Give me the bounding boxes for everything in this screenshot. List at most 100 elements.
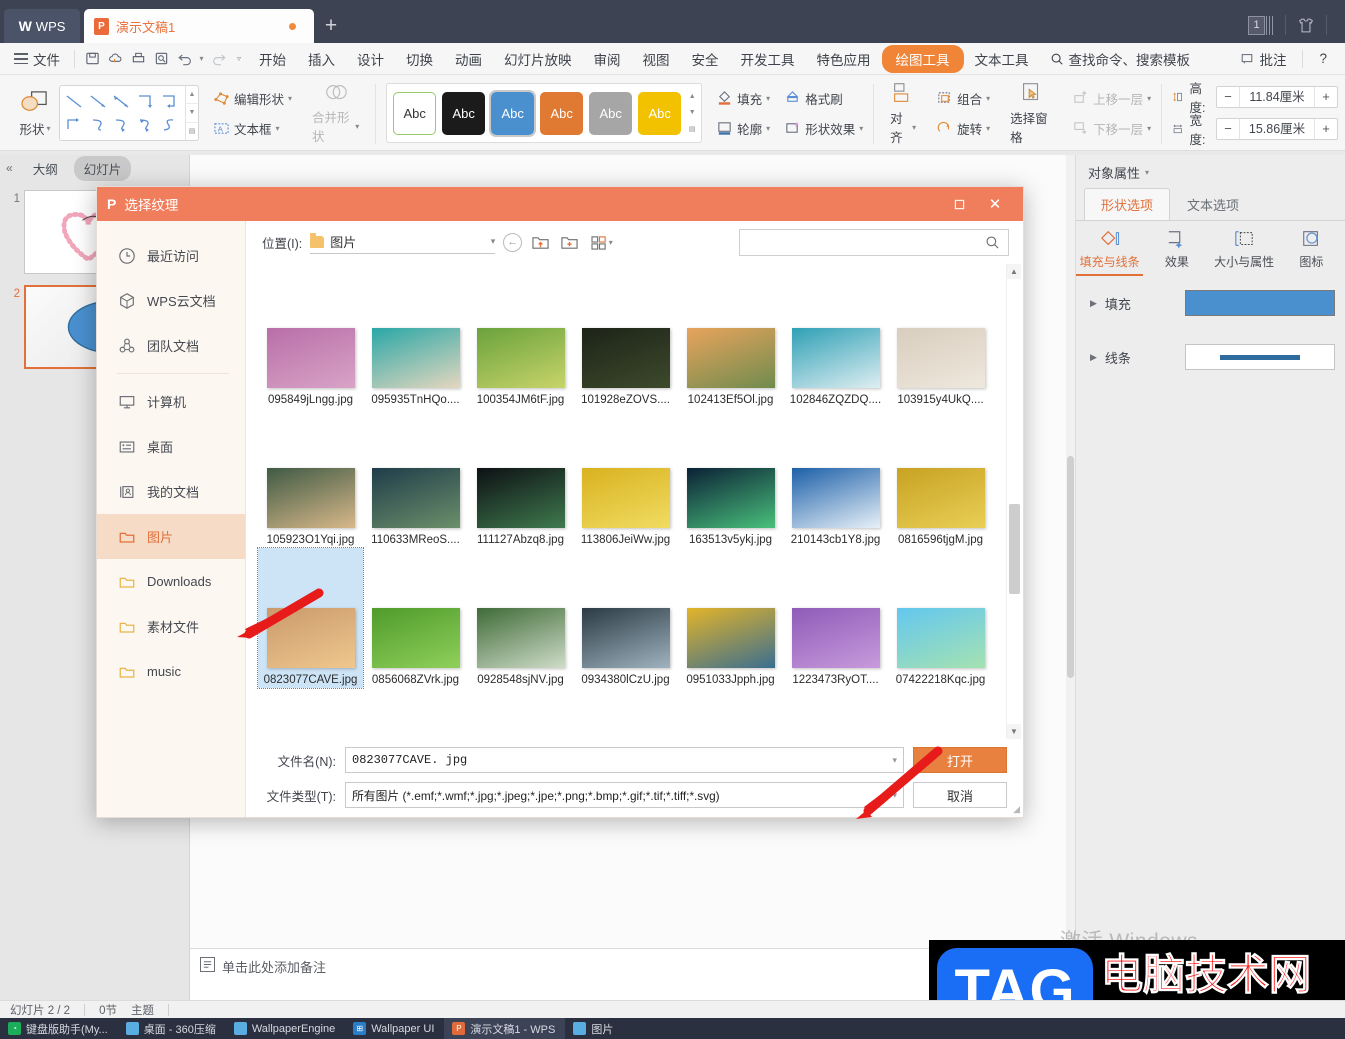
- cancel-button[interactable]: 取消: [913, 782, 1007, 808]
- file-item[interactable]: 110633MReoS....: [363, 408, 468, 548]
- sidebar-item-wps-cloud[interactable]: WPS云文档: [97, 278, 245, 323]
- chevron-down-icon[interactable]: ▾: [892, 755, 897, 766]
- shape-effect-button[interactable]: 形状效果 ▾: [784, 116, 863, 140]
- canvas-vertical-scrollbar[interactable]: [1066, 155, 1075, 948]
- taskbar-item-0[interactable]: ◔ 键盘版助手(My...: [0, 1018, 118, 1039]
- file-item[interactable]: 103915y4UkQ....: [888, 268, 993, 408]
- close-icon[interactable]: ✕: [977, 187, 1013, 221]
- menu-item-insert[interactable]: 插入: [297, 45, 346, 73]
- panel-title[interactable]: 对象属性 ▾: [1076, 163, 1345, 188]
- file-menu-button[interactable]: 文件: [6, 46, 68, 72]
- new-tab-button[interactable]: +: [314, 9, 348, 43]
- help-button[interactable]: ?: [1313, 47, 1333, 70]
- sidebar-item-downloads[interactable]: Downloads: [97, 559, 245, 604]
- file-item[interactable]: 0856068ZVrk.jpg: [363, 548, 468, 688]
- menu-item-design[interactable]: 设计: [346, 45, 395, 73]
- print-preview-icon[interactable]: [150, 47, 173, 70]
- menu-item-security[interactable]: 安全: [681, 45, 730, 73]
- file-item[interactable]: 0816596tjgM.jpg: [888, 408, 993, 548]
- file-item[interactable]: 111127Abzq8.jpg: [468, 408, 573, 548]
- width-stepper[interactable]: − 15.86厘米 +: [1216, 118, 1339, 140]
- redo-icon[interactable]: [207, 47, 230, 70]
- menu-item-drawing-tools[interactable]: 绘图工具: [881, 44, 964, 73]
- align-button[interactable]: 对齐 ▾: [884, 80, 922, 146]
- taskbar-item-4[interactable]: P 演示文稿1 - WPS: [444, 1018, 566, 1039]
- scroll-up-icon[interactable]: ▲: [1007, 264, 1021, 279]
- line-section-row[interactable]: ▶ 线条: [1076, 330, 1345, 384]
- shape-elbow-3[interactable]: [63, 113, 87, 136]
- print-icon[interactable]: [127, 47, 150, 70]
- menu-item-transition[interactable]: 切换: [395, 45, 444, 73]
- scrollbar-track[interactable]: [1007, 279, 1021, 724]
- chevron-down-icon[interactable]: ▾: [892, 790, 897, 801]
- shape-style-orange[interactable]: Abc: [540, 91, 584, 135]
- file-item[interactable]: [888, 688, 993, 739]
- shape-curve-2[interactable]: [111, 113, 135, 136]
- height-stepper[interactable]: − 11.84厘米 +: [1216, 86, 1339, 108]
- shape-style-black[interactable]: Abc: [442, 91, 486, 135]
- location-combo[interactable]: 图片 ▾: [310, 230, 496, 254]
- sidebar-item-pictures[interactable]: 图片: [97, 514, 245, 559]
- file-item[interactable]: 0928548sjNV.jpg: [468, 548, 573, 688]
- shape-line-1[interactable]: [63, 90, 87, 113]
- menu-item-text-tools[interactable]: 文本工具: [964, 45, 1040, 73]
- height-decrease-button[interactable]: −: [1217, 87, 1239, 107]
- file-item[interactable]: [363, 688, 468, 739]
- menu-item-start[interactable]: 开始: [248, 45, 297, 73]
- line-color-swatch[interactable]: [1185, 344, 1335, 370]
- shape-styles-gallery[interactable]: Abc Abc Abc Abc Abc Abc ▲ ▼ ▤: [386, 83, 703, 143]
- shape-curve-3[interactable]: [134, 113, 158, 136]
- file-item[interactable]: 07422218Kqc.jpg: [888, 548, 993, 688]
- menu-item-featured-apps[interactable]: 特色应用: [806, 45, 882, 73]
- view-mode-icon[interactable]: ▾: [588, 233, 614, 252]
- file-item[interactable]: 095935TnHQo....: [363, 268, 468, 408]
- scroll-up-icon[interactable]: ▲: [689, 93, 696, 100]
- sidebar-item-recent[interactable]: 最近访问: [97, 233, 245, 278]
- back-icon[interactable]: ←: [503, 232, 523, 252]
- select-pane-button[interactable]: 选择窗格: [1004, 80, 1058, 146]
- height-value[interactable]: 11.84厘米: [1239, 87, 1316, 107]
- styles-expand-icon[interactable]: ▤: [689, 125, 696, 133]
- file-item[interactable]: 101928eZOVS....: [573, 268, 678, 408]
- up-folder-icon[interactable]: [530, 233, 551, 252]
- file-item[interactable]: 113806JeiWw.jpg: [573, 408, 678, 548]
- width-increase-button[interactable]: +: [1315, 119, 1337, 139]
- file-item[interactable]: 100354JM6tF.jpg: [468, 268, 573, 408]
- chevron-down-icon[interactable]: ▾: [491, 236, 496, 247]
- customize-toolbar-icon[interactable]: ▿: [230, 47, 248, 70]
- chevron-down-icon[interactable]: ▾: [609, 238, 613, 247]
- file-grid[interactable]: 095849jLngg.jpg 095935TnHQo.... 100354JM6t…: [254, 264, 1001, 739]
- filename-input[interactable]: 0823077CAVE. jpg ▾: [345, 747, 904, 773]
- scroll-up-icon[interactable]: ▲: [186, 86, 198, 105]
- file-item[interactable]: 102413Ef5Ol.jpg: [678, 268, 783, 408]
- file-grid-scrollbar[interactable]: ▲ ▼: [1006, 264, 1021, 739]
- comment-button[interactable]: 批注: [1234, 45, 1292, 73]
- taskbar-item-5[interactable]: 图片: [565, 1018, 623, 1039]
- menu-item-view[interactable]: 视图: [632, 45, 681, 73]
- resize-grip-icon[interactable]: ◢: [1013, 804, 1020, 815]
- tab-size-properties[interactable]: 大小与属性: [1211, 229, 1278, 276]
- shape-style-white[interactable]: Abc: [393, 91, 437, 135]
- file-item[interactable]: 1223473RyOT....: [783, 548, 888, 688]
- search-input[interactable]: [748, 235, 985, 249]
- taskbar-item-1[interactable]: 桌面 - 360压缩: [118, 1018, 226, 1039]
- menu-item-developer[interactable]: 开发工具: [730, 45, 806, 73]
- width-value[interactable]: 15.86厘米: [1239, 119, 1316, 139]
- height-increase-button[interactable]: +: [1315, 87, 1337, 107]
- taskbar-item-2[interactable]: WallpaperEngine: [226, 1018, 345, 1039]
- shape-style-blue[interactable]: Abc: [489, 89, 537, 137]
- fill-section-row[interactable]: ▶ 填充: [1076, 276, 1345, 330]
- file-item[interactable]: 210143cb1Y8.jpg: [783, 408, 888, 548]
- collapse-icon[interactable]: «: [6, 161, 13, 175]
- file-item[interactable]: [468, 688, 573, 739]
- shape-style-gray[interactable]: Abc: [589, 91, 633, 135]
- open-button[interactable]: 打开: [913, 747, 1007, 773]
- undo-icon[interactable]: [173, 47, 196, 70]
- wps-home-tab[interactable]: W WPS: [4, 9, 80, 43]
- maximize-icon[interactable]: [941, 187, 977, 221]
- shape-line-3[interactable]: [111, 90, 135, 113]
- file-item[interactable]: [573, 688, 678, 739]
- sidebar-item-computer[interactable]: 计算机: [97, 379, 245, 424]
- scroll-down-icon[interactable]: ▼: [1007, 724, 1021, 739]
- rotate-button[interactable]: 旋转 ▾: [936, 116, 990, 140]
